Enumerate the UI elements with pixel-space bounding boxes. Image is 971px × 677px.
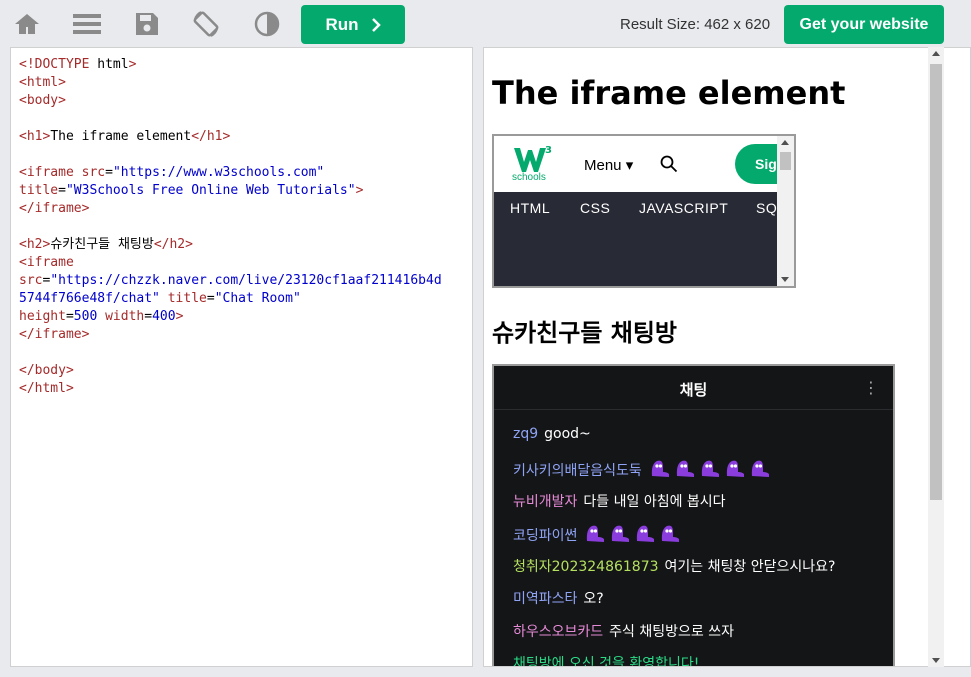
code-line: height=500 width=400> <box>19 309 184 324</box>
chat-message: 뉴비개발자 다들 내일 아침에 봅시다 <box>513 491 726 511</box>
iframe-scroll-thumb[interactable] <box>780 152 791 170</box>
chat-text: 주식 채팅방으로 쓰자 <box>609 624 734 640</box>
chat-text: 여기는 채팅창 안닫으시나요? <box>664 559 836 575</box>
caret-down-icon: ▾ <box>625 157 634 174</box>
search-icon[interactable] <box>660 155 678 173</box>
w3-nav-html[interactable]: HTML <box>510 200 550 216</box>
svg-text:3: 3 <box>545 145 552 156</box>
code-line: 5744f766e48f/chat" title="Chat Room" <box>19 291 301 306</box>
iframe-w3schools[interactable]: 3 schools Menu ▾ Sign HTML CSS JAVASCRIP… <box>492 134 796 288</box>
emote-icon <box>701 460 719 477</box>
chat-username[interactable]: zq9 <box>513 426 538 442</box>
w3-header: 3 schools Menu ▾ Sign <box>494 136 794 192</box>
scroll-down-icon[interactable] <box>932 658 940 663</box>
rotate-icon[interactable] <box>191 9 221 39</box>
chat-text: 오? <box>583 591 604 607</box>
iframe-chat[interactable]: 채팅 ⋮ zq9 good~ 키사키의배달음식도둑뉴비개발자 다들 내일 아침에 봅시… <box>492 364 895 666</box>
iframe-scrollbar[interactable] <box>777 136 794 286</box>
emote-icon <box>637 525 655 542</box>
result-size: Result Size: 462 x 620 <box>620 16 771 33</box>
result-heading-2: 슈카친구들 채팅방 <box>492 319 677 347</box>
chat-username[interactable]: 코딩파이썬 <box>513 525 577 545</box>
chat-message: 키사키의배달음식도둑 <box>513 458 773 482</box>
scroll-down-icon[interactable] <box>781 277 789 282</box>
emote-icon <box>662 525 680 542</box>
w3-menu-label: Menu <box>584 157 622 174</box>
run-button[interactable]: Run <box>301 5 405 44</box>
home-icon[interactable] <box>12 9 42 39</box>
emote-icon <box>726 460 744 477</box>
w3-schools-text: schools <box>512 172 546 183</box>
chat-username[interactable]: 미역파스타 <box>513 588 577 608</box>
more-vertical-icon[interactable]: ⋮ <box>863 378 879 398</box>
code-line: <h1>The iframe element</h1> <box>19 129 231 144</box>
scroll-up-icon[interactable] <box>932 51 940 56</box>
code-line: <!DOCTYPE html> <box>19 57 137 72</box>
code-line: <body> <box>19 93 66 108</box>
w3-menu-button[interactable]: Menu ▾ <box>584 156 633 174</box>
save-icon[interactable] <box>132 9 162 39</box>
run-label: Run <box>325 14 359 34</box>
scroll-up-icon[interactable] <box>781 140 789 145</box>
code-line: <iframe src="https://www.w3schools.com" <box>19 165 325 180</box>
code-line: </html> <box>19 381 74 396</box>
w3-nav: HTML CSS JAVASCRIPT SQL <box>494 192 785 286</box>
code-line: </iframe> <box>19 201 90 216</box>
chat-text: good~ <box>544 426 591 442</box>
chat-message: 코딩파이썬 <box>513 523 683 547</box>
chat-text: 다들 내일 아침에 봅시다 <box>583 494 726 510</box>
contrast-icon[interactable] <box>252 9 282 39</box>
emote-group <box>648 458 773 482</box>
menu-icon[interactable] <box>72 9 102 39</box>
result-panel: The iframe element 3 schools Menu ▾ Sign… <box>483 47 971 667</box>
emote-group <box>583 523 683 547</box>
code-line: <iframe <box>19 255 74 270</box>
emote-icon <box>651 460 669 477</box>
emote-icon <box>751 460 769 477</box>
get-website-button[interactable]: Get your website <box>784 5 944 44</box>
chat-message: 하우스오브카드 주식 채팅방으로 쓰자 <box>513 621 734 641</box>
chat-message: 청취자202324861873 여기는 채팅창 안닫으시나요? <box>513 556 835 576</box>
chat-username[interactable]: 채팅방에 오신 것을 환영합니다! <box>513 653 699 666</box>
chat-username[interactable]: 청취자202324861873 <box>513 556 659 576</box>
code-line: <h2>슈카친구들 채팅방</h2> <box>19 237 193 252</box>
chat-message: 채팅방에 오신 것을 환영합니다! <box>513 653 699 666</box>
code-line: src="https://chzzk.naver.com/live/23120c… <box>19 273 442 288</box>
result-heading-1: The iframe element <box>492 74 846 112</box>
code-line: <html> <box>19 75 66 90</box>
code-line: </body> <box>19 363 74 378</box>
chat-username[interactable]: 하우스오브카드 <box>513 621 603 641</box>
chevron-right-icon <box>371 17 381 32</box>
chat-username[interactable]: 키사키의배달음식도둑 <box>513 460 642 480</box>
chat-message: zq9 good~ <box>513 426 591 442</box>
code-line: </iframe> <box>19 327 90 342</box>
toolbar: Run Result Size: 462 x 620 Get your webs… <box>0 0 971 47</box>
scroll-thumb[interactable] <box>930 64 942 500</box>
emote-icon <box>612 525 630 542</box>
emote-icon <box>587 525 605 542</box>
chat-username[interactable]: 뉴비개발자 <box>513 491 577 511</box>
chat-header: 채팅 ⋮ <box>494 366 893 410</box>
w3-nav-javascript[interactable]: JAVASCRIPT <box>639 200 728 216</box>
result-scrollbar[interactable] <box>928 47 944 667</box>
chat-message: 미역파스타 오? <box>513 588 604 608</box>
code-text[interactable]: <!DOCTYPE html> <html> <body> <h1>The ifra… <box>19 56 442 398</box>
chat-title: 채팅 <box>679 381 708 399</box>
code-editor[interactable]: <!DOCTYPE html> <html> <body> <h1>The ifra… <box>10 47 473 667</box>
code-line: title="W3Schools Free Online Web Tutoria… <box>19 183 364 198</box>
w3-nav-css[interactable]: CSS <box>580 200 610 216</box>
emote-icon <box>676 460 694 477</box>
